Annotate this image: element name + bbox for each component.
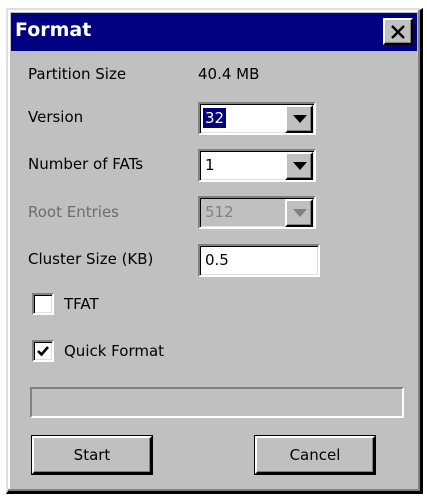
root-entries-label: Root Entries	[28, 203, 119, 221]
window-title: Format	[15, 19, 92, 41]
num-fats-combo[interactable]: 1	[198, 149, 316, 182]
tfat-checkbox[interactable]	[32, 293, 54, 315]
cluster-size-value: 0.5	[205, 251, 229, 269]
quick-format-checkbox[interactable]	[32, 340, 54, 362]
quick-format-label[interactable]: Quick Format	[64, 342, 164, 360]
version-label: Version	[28, 108, 84, 126]
cancel-button[interactable]: Cancel	[255, 436, 375, 474]
root-entries-dropdown-button	[285, 199, 313, 227]
cluster-size-label: Cluster Size (KB)	[28, 250, 154, 268]
root-entries-combo: 512	[198, 196, 316, 229]
chevron-down-icon	[293, 209, 307, 217]
chevron-down-icon	[293, 162, 307, 170]
num-fats-value: 1	[205, 156, 215, 174]
version-dropdown-button[interactable]	[285, 105, 313, 133]
partition-size-value: 40.4 MB	[198, 65, 260, 83]
close-button[interactable]	[383, 18, 413, 45]
num-fats-label: Number of FATs	[28, 155, 144, 173]
checkmark-icon	[37, 346, 49, 357]
root-entries-value: 512	[205, 203, 234, 221]
num-fats-dropdown-button[interactable]	[285, 152, 313, 180]
format-progress-bar	[30, 387, 404, 418]
chevron-down-icon	[293, 115, 307, 123]
version-value: 32	[203, 108, 227, 128]
title-bar[interactable]: Format	[11, 13, 417, 51]
cluster-size-input[interactable]: 0.5	[198, 244, 320, 277]
partition-size-label: Partition Size	[28, 65, 127, 83]
format-dialog: Format Partition Size 40.4 MB Version 32…	[6, 8, 423, 494]
version-combo[interactable]: 32	[198, 102, 316, 135]
close-icon	[391, 25, 405, 39]
tfat-label[interactable]: TFAT	[64, 295, 99, 313]
start-button[interactable]: Start	[32, 436, 152, 474]
